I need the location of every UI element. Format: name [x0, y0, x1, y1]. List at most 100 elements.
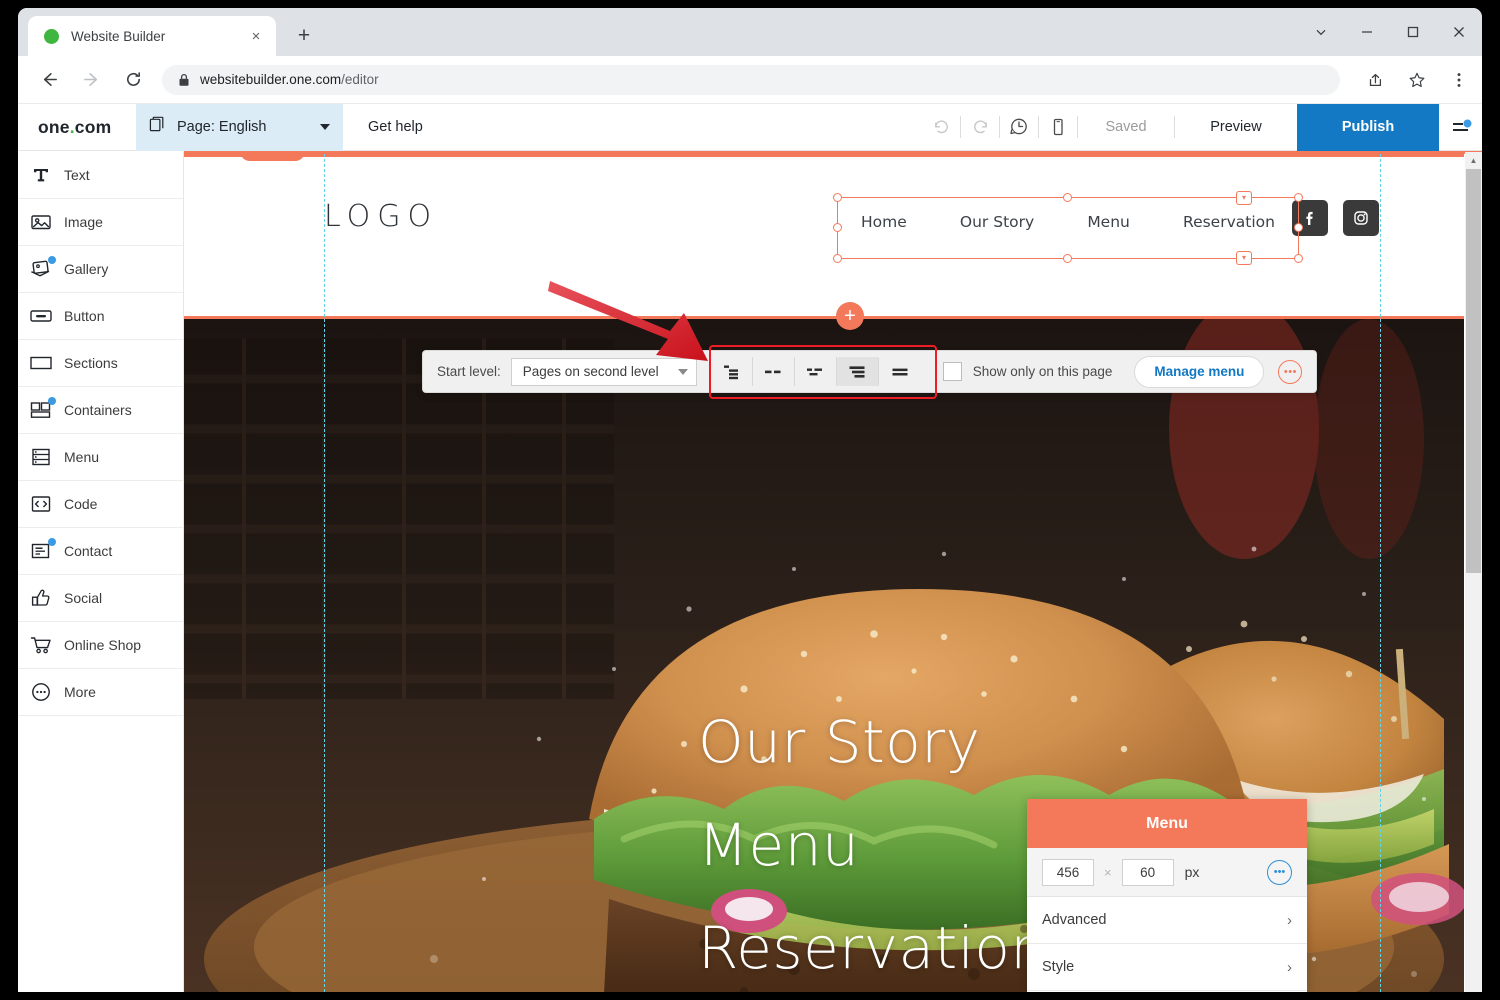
- chevron-down-handle-top[interactable]: ▾: [1236, 191, 1252, 205]
- app-toolbar: one.com Page: English Get help Saved Pre…: [18, 104, 1482, 151]
- redo-button[interactable]: [961, 104, 999, 151]
- get-help-button[interactable]: Get help: [368, 119, 423, 135]
- hero-line-1: Our Story: [698, 708, 981, 776]
- browser-toolbar: websitebuilder.one.com/editor: [18, 56, 1482, 104]
- width-input[interactable]: 456: [1042, 858, 1094, 886]
- website-builder-app: one.com Page: English Get help Saved Pre…: [18, 104, 1482, 992]
- forward-icon[interactable]: [74, 63, 108, 97]
- show-only-on-this-page-row[interactable]: Show only on this page: [942, 362, 1112, 381]
- app-settings-menu-button[interactable]: [1439, 104, 1482, 151]
- sidebar-item-label: Sections: [64, 355, 118, 371]
- properties-more-options-button[interactable]: •••: [1267, 859, 1292, 885]
- canvas-scrollbar[interactable]: ▲: [1465, 152, 1482, 992]
- gallery-icon: [18, 255, 64, 280]
- sidebar-item-gallery[interactable]: Gallery: [18, 246, 183, 293]
- window-maximize-icon[interactable]: [1390, 8, 1436, 56]
- publish-button[interactable]: Publish: [1297, 104, 1439, 151]
- sidebar-item-label: More: [64, 684, 96, 700]
- properties-row-advanced[interactable]: Advanced ›: [1027, 897, 1307, 944]
- scrollbar-up-arrow[interactable]: ▲: [1465, 152, 1482, 169]
- window-more-icon[interactable]: [1298, 8, 1344, 56]
- height-input[interactable]: 60: [1121, 858, 1174, 886]
- sidebar-item-code[interactable]: Code: [18, 481, 183, 528]
- sidebar-item-containers[interactable]: Containers: [18, 387, 183, 434]
- pages-icon: [149, 116, 166, 138]
- browser-menu-icon[interactable]: [1442, 63, 1476, 97]
- resize-handle-top-center[interactable]: [1063, 193, 1072, 202]
- menu-icon: [18, 447, 64, 467]
- containers-icon: [18, 397, 64, 420]
- resize-handle-middle-left[interactable]: [833, 223, 842, 232]
- page-selector[interactable]: Page: English: [136, 104, 343, 151]
- properties-row-style[interactable]: Style ›: [1027, 944, 1307, 991]
- new-badge-dot: [48, 538, 56, 546]
- menu-properties-panel: Menu 456 × 60 px ••• Advanced › Style ›: [1027, 799, 1307, 992]
- sidebar-item-image[interactable]: Image: [18, 199, 183, 246]
- site-logo[interactable]: LOGO: [324, 199, 438, 234]
- size-separator: ×: [1104, 864, 1112, 880]
- tab-close-icon[interactable]: ×: [244, 24, 268, 48]
- star-icon[interactable]: [1400, 63, 1434, 97]
- image-icon: [18, 212, 64, 232]
- sidebar-item-label: Social: [64, 590, 103, 606]
- manage-menu-button[interactable]: Manage menu: [1134, 355, 1265, 388]
- sidebar-item-label: Button: [64, 308, 105, 324]
- browser-toolbar-right: [1350, 63, 1476, 97]
- scrollbar-thumb[interactable]: [1466, 169, 1481, 573]
- align-horizontal-wide-icon[interactable]: [879, 357, 921, 386]
- properties-size-row: 456 × 60 px •••: [1027, 848, 1307, 897]
- resize-handle-top-right[interactable]: [1294, 193, 1303, 202]
- sidebar-item-contact[interactable]: Contact: [18, 528, 183, 575]
- new-tab-button[interactable]: +: [290, 22, 318, 50]
- menu-more-options-button[interactable]: •••: [1278, 359, 1303, 384]
- share-icon[interactable]: [1358, 63, 1392, 97]
- resize-handle-bottom-center[interactable]: [1063, 254, 1072, 263]
- one-com-logo: one.com: [38, 116, 112, 137]
- new-badge-dot: [48, 397, 56, 405]
- sidebar-item-label: Menu: [64, 449, 100, 465]
- properties-row-label: Advanced: [1042, 912, 1107, 928]
- resize-handle-middle-right[interactable]: [1294, 223, 1303, 232]
- undo-button[interactable]: [922, 104, 960, 151]
- reload-icon[interactable]: [116, 63, 150, 97]
- align-horizontal-icon[interactable]: [753, 357, 795, 386]
- properties-row-label: Style: [1042, 959, 1075, 975]
- shopping-cart-icon: [18, 635, 64, 655]
- preview-button[interactable]: Preview: [1175, 119, 1297, 135]
- chevron-right-icon: ›: [1287, 958, 1292, 976]
- browser-tab[interactable]: Website Builder ×: [28, 16, 276, 56]
- address-bar[interactable]: websitebuilder.one.com/editor: [162, 64, 1340, 95]
- text-icon: [18, 165, 64, 185]
- sidebar-item-label: Online Shop: [64, 637, 142, 653]
- properties-panel-title: Menu: [1027, 799, 1307, 848]
- chevron-down-handle-bottom[interactable]: ▾: [1236, 251, 1252, 265]
- hero-heading[interactable]: Our Story Menu Reservation: [698, 691, 1048, 992]
- sidebar-item-social[interactable]: Social: [18, 575, 183, 622]
- sidebar-item-button[interactable]: Button: [18, 293, 183, 340]
- sidebar-item-menu[interactable]: Menu: [18, 434, 183, 481]
- mobile-preview-button[interactable]: [1039, 104, 1077, 151]
- sidebar-item-label: Code: [64, 496, 98, 512]
- sidebar-item-more[interactable]: More: [18, 669, 183, 716]
- show-only-on-this-page-checkbox[interactable]: [942, 362, 962, 381]
- window-minimize-icon[interactable]: [1344, 8, 1390, 56]
- align-stagger-icon[interactable]: [795, 357, 837, 386]
- size-unit-label: px: [1184, 864, 1200, 880]
- window-close-icon[interactable]: [1436, 8, 1482, 56]
- back-icon[interactable]: [32, 63, 66, 97]
- add-section-button[interactable]: +: [836, 302, 864, 330]
- history-button[interactable]: [1000, 104, 1038, 151]
- menu-selection-frame: ▾ ▾: [833, 191, 1303, 265]
- resize-handle-bottom-right[interactable]: [1294, 254, 1303, 263]
- sidebar-item-online-shop[interactable]: Online Shop: [18, 622, 183, 669]
- sidebar-item-label: Gallery: [64, 261, 109, 277]
- element-sidebar: Text Image Gallery Button Sections Conta…: [18, 152, 184, 992]
- sidebar-item-sections[interactable]: Sections: [18, 340, 183, 387]
- resize-handle-top-left[interactable]: [833, 193, 842, 202]
- align-vertical-center-icon[interactable]: [836, 357, 879, 386]
- instagram-icon[interactable]: [1343, 200, 1379, 236]
- sidebar-item-text[interactable]: Text: [18, 152, 183, 199]
- hero-line-3: Reservation: [698, 914, 1048, 983]
- resize-handle-bottom-left[interactable]: [833, 254, 842, 263]
- header-section-badge: Header: [240, 154, 305, 161]
